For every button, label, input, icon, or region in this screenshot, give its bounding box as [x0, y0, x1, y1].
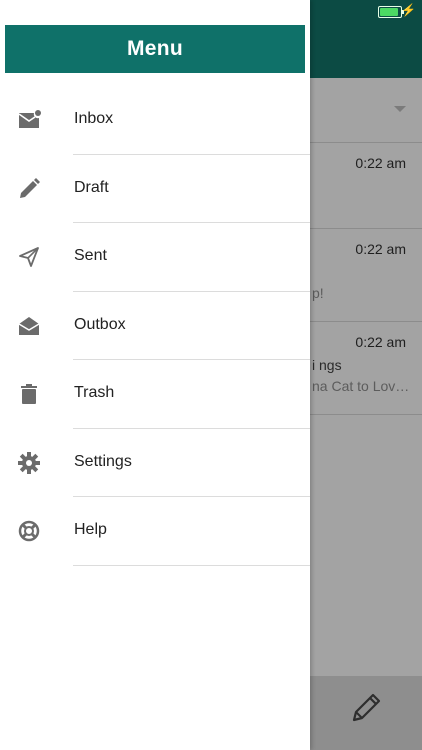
- inbox-icon: [17, 108, 41, 132]
- open-envelope-icon: [17, 314, 41, 338]
- menu-item-draft[interactable]: Draft: [0, 155, 310, 223]
- menu-item-sent[interactable]: Sent: [0, 223, 310, 292]
- menu-title: Menu: [126, 37, 184, 60]
- menu-item-label: Inbox: [74, 110, 114, 127]
- message-time: 0:22 am: [355, 155, 406, 171]
- message-subject: i ngs: [312, 357, 342, 373]
- pencil-icon: [17, 177, 41, 201]
- menu-item-label: Help: [74, 521, 107, 538]
- battery-icon: [378, 6, 404, 18]
- menu-item-label: Sent: [74, 247, 107, 264]
- menu-list: Inbox Draft Sent Outbox Trash Settings H…: [0, 86, 310, 566]
- menu-item-label: Trash: [74, 384, 115, 401]
- gear-icon: [17, 451, 41, 475]
- message-preview: p!: [312, 285, 324, 301]
- message-preview: na Cat to Lov…: [312, 378, 410, 394]
- menu-header: Menu: [5, 25, 305, 73]
- menu-item-help[interactable]: Help: [0, 497, 310, 566]
- trash-icon: [17, 382, 41, 406]
- message-time: 0:22 am: [355, 334, 406, 350]
- menu-item-label: Outbox: [74, 315, 126, 333]
- message-time: 0:22 am: [355, 241, 406, 257]
- lifebuoy-icon: [17, 519, 41, 543]
- compose-icon[interactable]: [346, 688, 386, 728]
- menu-item-trash[interactable]: Trash: [0, 360, 310, 429]
- menu-item-label: Settings: [74, 452, 132, 470]
- bolt-icon: ⚡: [401, 3, 416, 17]
- send-icon: [17, 245, 41, 269]
- menu-item-label: Draft: [74, 178, 109, 196]
- divider: [73, 564, 310, 566]
- menu-item-inbox[interactable]: Inbox: [0, 86, 310, 155]
- navigation-drawer: Menu Inbox Draft Sent Outbox Trash Setti…: [0, 0, 310, 750]
- chevron-down-icon: [394, 106, 406, 112]
- menu-item-settings[interactable]: Settings: [0, 429, 310, 497]
- menu-item-outbox[interactable]: Outbox: [0, 292, 310, 360]
